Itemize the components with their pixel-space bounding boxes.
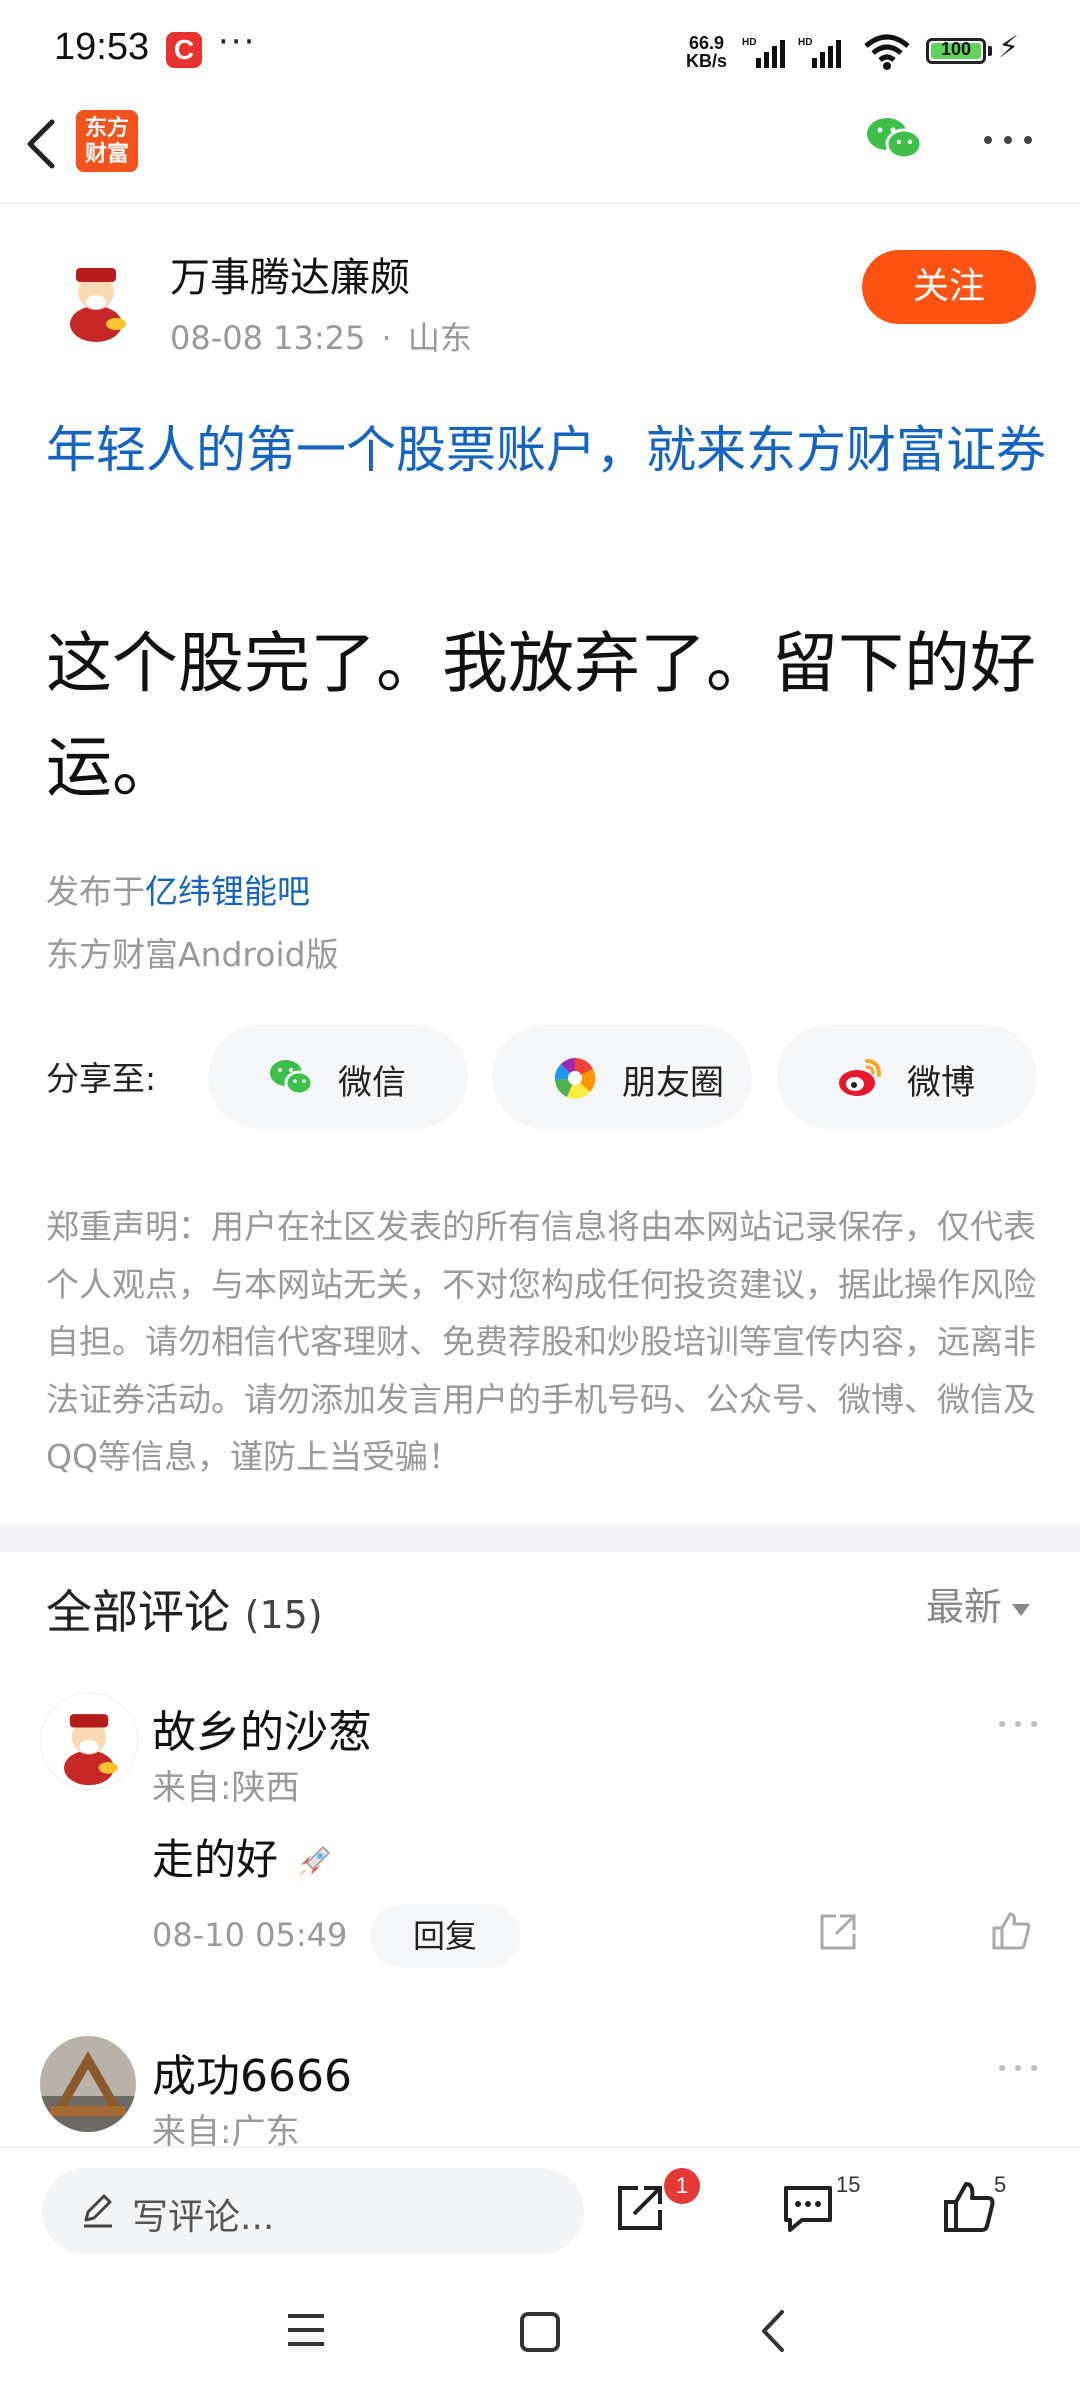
status-bar: 19:53 C ··· 66.9 KB/s HD HD 100 ⚡ bbox=[0, 0, 1080, 100]
commenter-name[interactable]: 成功6666 bbox=[152, 2040, 352, 2104]
comment-input[interactable]: 写评论... bbox=[42, 2168, 584, 2254]
wechat-share-icon[interactable] bbox=[864, 114, 924, 164]
more-options-icon[interactable] bbox=[980, 120, 1036, 160]
share-weibo-label: 微博 bbox=[907, 1063, 975, 1103]
share-badge: 1 bbox=[664, 2168, 700, 2204]
logo-line2: 财富 bbox=[84, 142, 129, 167]
top-nav-bar: 东方 财富 bbox=[0, 100, 1080, 204]
chevron-down-icon bbox=[1012, 1603, 1031, 1616]
commenter-avatar[interactable] bbox=[40, 1692, 138, 1790]
hd2-label: HD bbox=[798, 37, 812, 48]
comment-more-icon[interactable] bbox=[996, 2058, 1040, 2078]
sort-label: 最新 bbox=[926, 1585, 1003, 1629]
hd1-label: HD bbox=[742, 37, 756, 48]
menu-icon[interactable] bbox=[284, 2310, 328, 2350]
section-divider bbox=[0, 1524, 1080, 1552]
published-prefix: 发布于 bbox=[46, 872, 145, 911]
signal-hd1-icon: HD bbox=[742, 37, 785, 68]
home-icon[interactable] bbox=[518, 2310, 562, 2354]
share-moments-button[interactable]: 朋友圈 bbox=[492, 1025, 752, 1129]
post-location: 山东 bbox=[407, 319, 472, 357]
weibo-icon bbox=[839, 1059, 881, 1096]
comment-placeholder: 写评论... bbox=[132, 2197, 275, 2238]
post-time: 08-08 13:25 bbox=[170, 319, 366, 357]
stock-bar-link[interactable]: 亿纬锂能吧 bbox=[145, 872, 310, 911]
moments-icon bbox=[554, 1057, 596, 1099]
network-speed-unit: KB/s bbox=[686, 51, 728, 71]
comment-share-icon[interactable] bbox=[816, 1910, 860, 1954]
reply-button[interactable]: 回复 bbox=[370, 1904, 520, 1968]
like-count: 5 bbox=[994, 2172, 1007, 2197]
published-in: 发布于亿纬锂能吧 bbox=[46, 865, 310, 913]
comments-icon[interactable] bbox=[778, 2178, 838, 2238]
signal-hd2-icon: HD bbox=[798, 37, 841, 68]
promo-link[interactable]: 年轻人的第一个股票账户，就来东方财富证券 bbox=[46, 412, 1046, 488]
comment-count: 15 bbox=[836, 2172, 861, 2197]
battery-icon: 100 bbox=[926, 38, 986, 64]
share-weibo-button[interactable]: 微博 bbox=[777, 1025, 1037, 1129]
rocket-icon bbox=[299, 1845, 331, 1877]
charging-icon: ⚡ bbox=[998, 30, 1020, 65]
author-meta: 08-08 13:25 · 山东 bbox=[170, 319, 472, 357]
battery-tip bbox=[988, 46, 992, 56]
pencil-icon bbox=[84, 2194, 112, 2228]
wifi-icon bbox=[864, 34, 910, 70]
commenter-name[interactable]: 故乡的沙葱 bbox=[152, 1696, 372, 1760]
app-notification-icon: C bbox=[166, 32, 202, 68]
comment-text-content: 走的好 bbox=[152, 1835, 279, 1884]
follow-button[interactable]: 关注 bbox=[862, 250, 1036, 324]
system-navigation-bar bbox=[0, 2266, 1080, 2400]
sort-dropdown[interactable]: 最新 bbox=[926, 1576, 1031, 1631]
comment-like-icon[interactable] bbox=[988, 1908, 1034, 1954]
author-avatar[interactable] bbox=[46, 246, 146, 346]
eastmoney-logo[interactable]: 东方 财富 bbox=[76, 110, 138, 172]
share-wechat-button[interactable]: 微信 bbox=[208, 1025, 468, 1129]
network-speed-value: 66.9 bbox=[688, 33, 725, 53]
share-icon[interactable] bbox=[610, 2178, 670, 2238]
comments-title: 全部评论 bbox=[46, 1585, 230, 1639]
like-icon[interactable] bbox=[940, 2178, 1000, 2238]
system-back-icon[interactable] bbox=[752, 2306, 796, 2356]
comment-more-icon[interactable] bbox=[996, 1714, 1040, 1734]
bottom-action-bar: 写评论... 1 15 5 bbox=[0, 2146, 1080, 2268]
battery-level: 100 bbox=[940, 39, 972, 59]
wechat-icon bbox=[270, 1060, 314, 1096]
author-name[interactable]: 万事腾达廉颇 bbox=[170, 245, 410, 303]
network-speed: 66.9 KB/s bbox=[686, 34, 727, 70]
back-icon[interactable] bbox=[16, 112, 76, 172]
status-time: 19:53 bbox=[54, 26, 150, 68]
more-notifications-icon: ··· bbox=[218, 22, 257, 62]
comments-count: (15) bbox=[244, 1593, 323, 1637]
client-info: 东方财富Android版 bbox=[46, 935, 339, 974]
comment-time: 08-10 05:49 bbox=[152, 1916, 348, 1954]
share-moments-label: 朋友圈 bbox=[622, 1063, 724, 1103]
comments-header: 全部评论 (15) bbox=[46, 1576, 323, 1642]
share-wechat-label: 微信 bbox=[338, 1063, 406, 1103]
commenter-avatar[interactable] bbox=[40, 2036, 136, 2132]
post-title: 这个股完了。我放弃了。留下的好运。 bbox=[46, 625, 1036, 806]
commenter-location: 来自:陕西 bbox=[152, 1768, 300, 1808]
comment-text: 走的好 bbox=[152, 1826, 333, 1887]
disclaimer: 郑重声明：用户在社区发表的所有信息将由本网站记录保存，仅代表个人观点，与本网站无… bbox=[46, 1207, 1036, 1476]
share-label: 分享至: bbox=[46, 1059, 157, 1098]
logo-line1: 东方 bbox=[84, 116, 129, 141]
